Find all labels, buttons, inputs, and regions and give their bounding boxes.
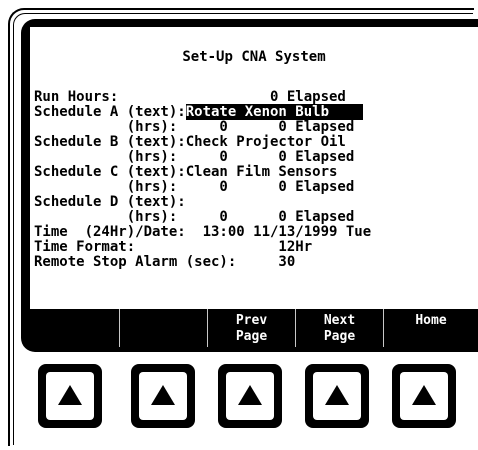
schedule-b-text-line[interactable]: Schedule B (text):Check Projector Oil <box>34 134 346 150</box>
up-triangle-icon <box>151 385 175 405</box>
hardware-button-3[interactable] <box>218 364 282 428</box>
prev-page-softkey[interactable]: Prev Page <box>208 309 296 347</box>
up-triangle-icon <box>238 385 262 405</box>
up-triangle-icon <box>412 385 436 405</box>
softkey-1[interactable] <box>30 309 120 347</box>
schedule-d-text-line[interactable]: Schedule D (text): <box>34 194 186 210</box>
home-softkey[interactable]: Home <box>384 309 478 347</box>
schedule-d-hrs-line[interactable]: (hrs): 0 0 Elapsed <box>34 209 355 225</box>
lcd-display: Set-Up CNA System Run Hours: 0 Elapsed S… <box>30 27 478 309</box>
next-page-softkey[interactable]: Next Page <box>296 309 384 347</box>
schedule-a-text-field[interactable]: Rotate Xenon Bulb <box>185 104 363 120</box>
up-triangle-icon <box>325 385 349 405</box>
schedule-c-hrs-line[interactable]: (hrs): 0 0 Elapsed <box>34 179 355 195</box>
schedule-b-hrs-line[interactable]: (hrs): 0 0 Elapsed <box>34 149 355 165</box>
hardware-button-2[interactable] <box>131 364 195 428</box>
run-hours-line: Run Hours: 0 Elapsed <box>34 89 346 105</box>
hardware-button-5[interactable] <box>392 364 456 428</box>
softkey-2[interactable] <box>120 309 208 347</box>
prev-page-line2: Page <box>235 329 268 344</box>
hardware-button-4[interactable] <box>305 364 369 428</box>
schedule-c-text-line[interactable]: Schedule C (text):Clean Film Sensors <box>34 164 337 180</box>
remote-stop-alarm-line[interactable]: Remote Stop Alarm (sec): 30 <box>34 254 295 270</box>
schedule-a-hrs-line[interactable]: (hrs): 0 0 Elapsed <box>34 119 355 135</box>
time-date-line[interactable]: Time (24Hr)/Date: 13:00 11/13/1999 Tue <box>34 224 371 240</box>
softkey-bar: Prev Page Next Page Home <box>30 309 478 349</box>
up-triangle-icon <box>58 385 82 405</box>
prev-page-line1: Prev <box>235 313 268 328</box>
screen-title: Set-Up CNA System <box>182 49 326 65</box>
schedule-a-text-line[interactable]: Schedule A (text):Rotate Xenon Bulb <box>34 104 363 120</box>
schedule-a-label: Schedule A (text): <box>34 104 186 120</box>
next-page-line1: Next <box>323 313 356 328</box>
next-page-line2: Page <box>323 329 356 344</box>
hardware-button-1[interactable] <box>38 364 102 428</box>
time-format-line[interactable]: Time Format: 12Hr <box>34 239 312 255</box>
home-line1: Home <box>415 313 447 328</box>
lcd-screen: Set-Up CNA System Run Hours: 0 Elapsed S… <box>21 19 478 352</box>
